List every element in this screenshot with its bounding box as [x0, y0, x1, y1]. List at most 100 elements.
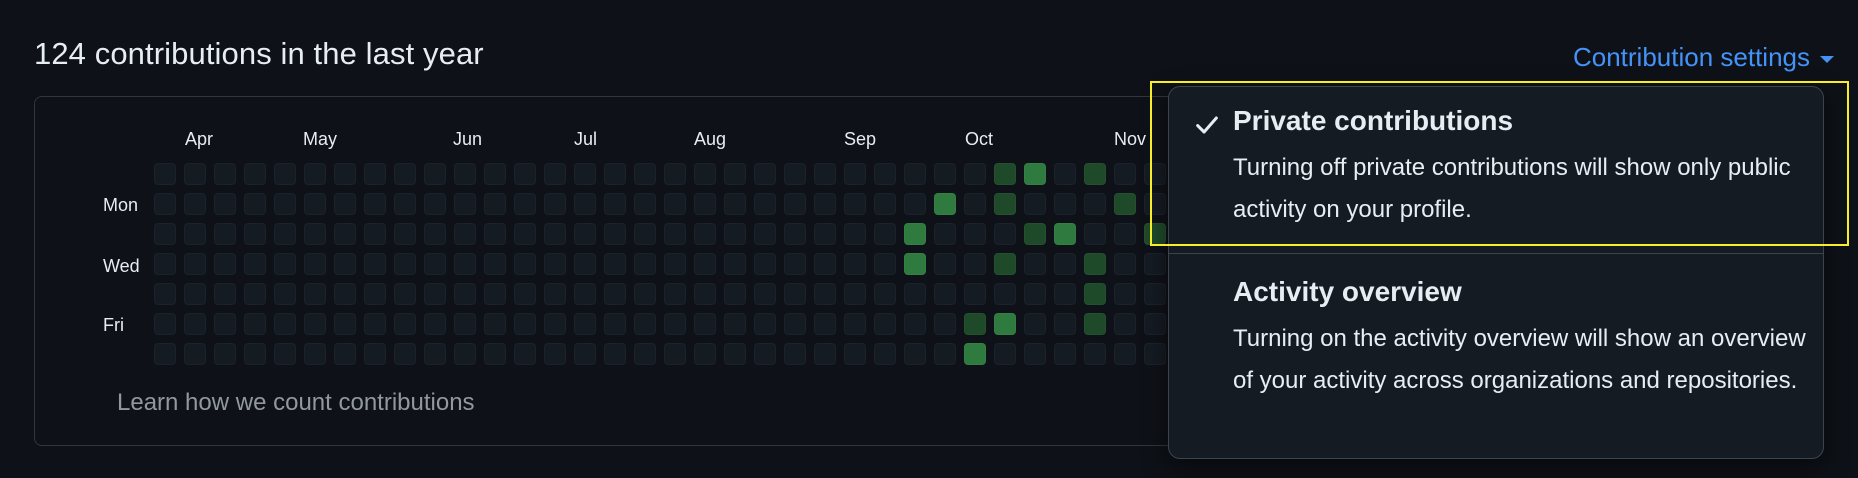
- contribution-cell[interactable]: [364, 253, 386, 275]
- contribution-cell[interactable]: [934, 223, 956, 245]
- contribution-cell[interactable]: [694, 313, 716, 335]
- contribution-cell[interactable]: [1024, 223, 1046, 245]
- contribution-cell[interactable]: [994, 223, 1016, 245]
- contribution-cell[interactable]: [514, 313, 536, 335]
- contribution-cell[interactable]: [874, 163, 896, 185]
- contribution-cell[interactable]: [754, 223, 776, 245]
- contribution-cell[interactable]: [184, 253, 206, 275]
- contribution-cell[interactable]: [1054, 253, 1076, 275]
- contribution-cell[interactable]: [574, 283, 596, 305]
- contribution-cell[interactable]: [814, 283, 836, 305]
- contribution-cell[interactable]: [604, 223, 626, 245]
- contribution-cell[interactable]: [814, 163, 836, 185]
- contribution-cell[interactable]: [154, 283, 176, 305]
- contribution-cell[interactable]: [544, 283, 566, 305]
- contribution-cell[interactable]: [304, 223, 326, 245]
- contribution-cell[interactable]: [184, 223, 206, 245]
- contribution-cell[interactable]: [334, 283, 356, 305]
- contribution-cell[interactable]: [754, 253, 776, 275]
- contribution-cell[interactable]: [454, 223, 476, 245]
- contribution-cell[interactable]: [604, 313, 626, 335]
- contribution-cell[interactable]: [274, 163, 296, 185]
- contribution-cell[interactable]: [1024, 163, 1046, 185]
- contribution-cell[interactable]: [334, 313, 356, 335]
- contribution-cell[interactable]: [994, 253, 1016, 275]
- contribution-cell[interactable]: [274, 343, 296, 365]
- contribution-cell[interactable]: [364, 163, 386, 185]
- contribution-cell[interactable]: [244, 313, 266, 335]
- contribution-cell[interactable]: [934, 283, 956, 305]
- contribution-cell[interactable]: [184, 283, 206, 305]
- contribution-cell[interactable]: [724, 223, 746, 245]
- contribution-cell[interactable]: [934, 253, 956, 275]
- contribution-cell[interactable]: [514, 343, 536, 365]
- contribution-cell[interactable]: [574, 253, 596, 275]
- contribution-cell[interactable]: [634, 163, 656, 185]
- contribution-cell[interactable]: [904, 193, 926, 215]
- contribution-cell[interactable]: [874, 283, 896, 305]
- contribution-cell[interactable]: [394, 283, 416, 305]
- contribution-cell[interactable]: [964, 283, 986, 305]
- contribution-cell[interactable]: [574, 193, 596, 215]
- contribution-cell[interactable]: [214, 283, 236, 305]
- contribution-cell[interactable]: [484, 193, 506, 215]
- contribution-cell[interactable]: [634, 283, 656, 305]
- contribution-cell[interactable]: [634, 223, 656, 245]
- contribution-cell[interactable]: [454, 313, 476, 335]
- contribution-cell[interactable]: [874, 193, 896, 215]
- contribution-cell[interactable]: [514, 223, 536, 245]
- contribution-cell[interactable]: [1024, 193, 1046, 215]
- contribution-cell[interactable]: [154, 163, 176, 185]
- contribution-cell[interactable]: [754, 193, 776, 215]
- contribution-cell[interactable]: [964, 313, 986, 335]
- contribution-cell[interactable]: [544, 223, 566, 245]
- contribution-cell[interactable]: [1114, 163, 1136, 185]
- contribution-cell[interactable]: [544, 193, 566, 215]
- contribution-cell[interactable]: [574, 313, 596, 335]
- contribution-cell[interactable]: [154, 343, 176, 365]
- contribution-cell[interactable]: [724, 343, 746, 365]
- contribution-cell[interactable]: [694, 343, 716, 365]
- contribution-cell[interactable]: [964, 193, 986, 215]
- contribution-cell[interactable]: [274, 223, 296, 245]
- contribution-cell[interactable]: [844, 223, 866, 245]
- contribution-cell[interactable]: [694, 193, 716, 215]
- contribution-cell[interactable]: [184, 163, 206, 185]
- contribution-cell[interactable]: [724, 313, 746, 335]
- contribution-cell[interactable]: [844, 193, 866, 215]
- contribution-cell[interactable]: [334, 163, 356, 185]
- contribution-cell[interactable]: [814, 253, 836, 275]
- contribution-cell[interactable]: [1054, 223, 1076, 245]
- contribution-cell[interactable]: [1144, 193, 1166, 215]
- contribution-cell[interactable]: [994, 163, 1016, 185]
- contribution-cell[interactable]: [814, 223, 836, 245]
- contribution-cell[interactable]: [844, 163, 866, 185]
- contribution-cell[interactable]: [874, 253, 896, 275]
- contribution-cell[interactable]: [1144, 223, 1166, 245]
- contribution-cell[interactable]: [664, 283, 686, 305]
- contribution-cell[interactable]: [574, 343, 596, 365]
- contribution-cell[interactable]: [784, 283, 806, 305]
- contribution-cell[interactable]: [754, 283, 776, 305]
- contribution-cell[interactable]: [784, 163, 806, 185]
- contribution-cell[interactable]: [964, 343, 986, 365]
- contribution-cell[interactable]: [994, 283, 1016, 305]
- contribution-cell[interactable]: [1024, 313, 1046, 335]
- contribution-cell[interactable]: [424, 253, 446, 275]
- contribution-cell[interactable]: [1144, 343, 1166, 365]
- contribution-cell[interactable]: [304, 253, 326, 275]
- contribution-cell[interactable]: [784, 343, 806, 365]
- contribution-cell[interactable]: [394, 313, 416, 335]
- contribution-cell[interactable]: [874, 313, 896, 335]
- contribution-cell[interactable]: [1144, 253, 1166, 275]
- contribution-cell[interactable]: [1054, 313, 1076, 335]
- contribution-cell[interactable]: [634, 313, 656, 335]
- contribution-cell[interactable]: [214, 343, 236, 365]
- contribution-cell[interactable]: [814, 343, 836, 365]
- contribution-cell[interactable]: [274, 313, 296, 335]
- contribution-cell[interactable]: [1084, 163, 1106, 185]
- contribution-cell[interactable]: [934, 163, 956, 185]
- contribution-cell[interactable]: [274, 283, 296, 305]
- contribution-cell[interactable]: [1114, 253, 1136, 275]
- contribution-cell[interactable]: [844, 313, 866, 335]
